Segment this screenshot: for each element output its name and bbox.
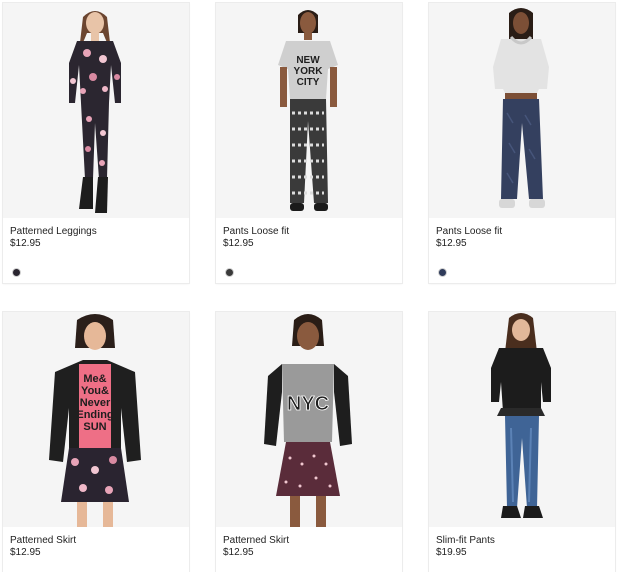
product-price: $12.95: [10, 547, 41, 558]
product-price: $12.95: [436, 238, 467, 249]
product-card[interactable]: Pants Loose fit $12.95: [429, 3, 615, 283]
product-name[interactable]: Patterned Leggings: [10, 226, 97, 238]
product-image[interactable]: Me& You& Never Ending SUN: [3, 312, 189, 527]
tee-print-line: Ending: [76, 409, 113, 421]
color-swatch[interactable]: [225, 268, 234, 277]
product-card[interactable]: NEW YORK CITY Pants Loose fit $12.95: [216, 3, 402, 283]
raglan-print: NYC: [287, 393, 329, 415]
product-image[interactable]: [429, 312, 615, 527]
tee-print-line: NEW: [296, 55, 320, 66]
model-photo: [69, 11, 121, 213]
product-card[interactable]: Slim-fit Pants $19.95: [429, 312, 615, 572]
product-name[interactable]: Patterned Skirt: [223, 535, 289, 547]
product-price: $19.95: [436, 547, 467, 558]
product-image[interactable]: [3, 3, 189, 218]
product-image[interactable]: [429, 3, 615, 218]
product-price: $12.95: [10, 238, 41, 249]
product-name[interactable]: Patterned Skirt: [10, 535, 76, 547]
tee-print-line: Never: [80, 397, 111, 409]
product-price: $12.95: [223, 547, 254, 558]
model-photo: [493, 8, 549, 208]
product-card[interactable]: NYC Patterned Skirt $12.95: [216, 312, 402, 572]
product-price: $12.95: [223, 238, 254, 249]
model-photo: [491, 313, 551, 518]
tee-print-line: SUN: [83, 421, 106, 433]
tee-print-line: YORK: [294, 66, 324, 77]
model-photo: Me& You& Never Ending SUN: [49, 314, 141, 527]
product-name[interactable]: Slim-fit Pants: [436, 535, 495, 547]
product-name[interactable]: Pants Loose fit: [436, 226, 502, 238]
model-photo: NEW YORK CITY: [278, 10, 338, 211]
tee-print-line: Me&: [83, 373, 106, 385]
model-photo: NYC: [264, 314, 352, 527]
product-card[interactable]: Me& You& Never Ending SUN Patterned Skir…: [3, 312, 189, 572]
tee-print-line: You&: [81, 385, 109, 397]
product-image[interactable]: NEW YORK CITY: [216, 3, 402, 218]
product-card[interactable]: Patterned Leggings $12.95: [3, 3, 189, 283]
color-swatch[interactable]: [438, 268, 447, 277]
tee-print-line: CITY: [297, 77, 320, 88]
product-image[interactable]: NYC: [216, 312, 402, 527]
color-swatch[interactable]: [12, 268, 21, 277]
product-name[interactable]: Pants Loose fit: [223, 226, 289, 238]
